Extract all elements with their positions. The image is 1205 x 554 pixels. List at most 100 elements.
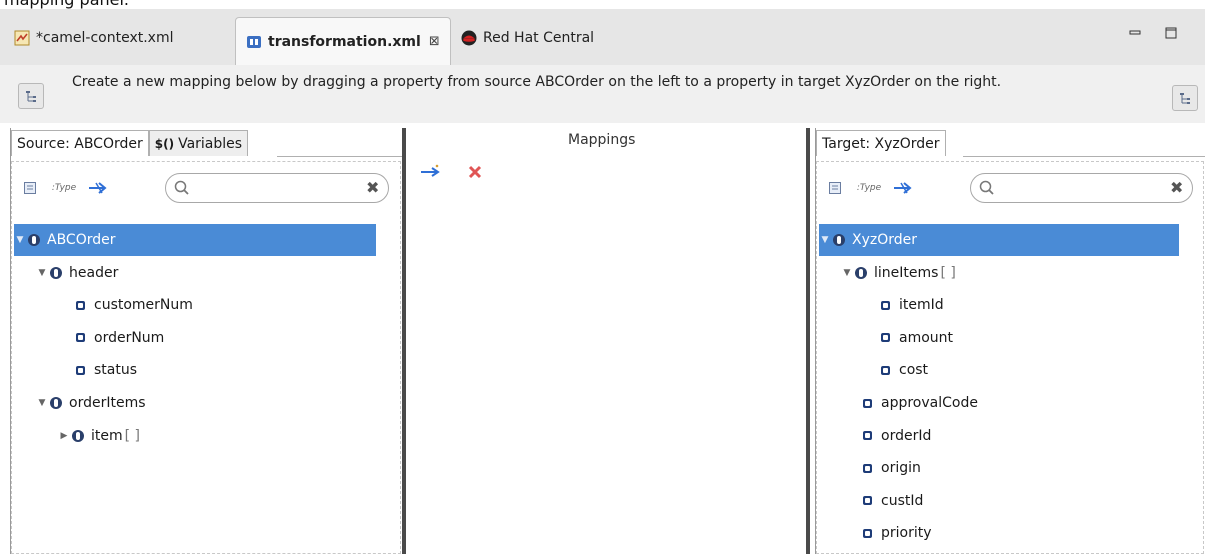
field-icon	[881, 300, 890, 310]
target-panel: Target: XyzOrder :Type ✖ ▼ XyzOrder ▼ lineI…	[815, 128, 1205, 554]
mappings-panel: Mappings	[406, 128, 806, 554]
field-icon	[863, 463, 872, 473]
tree-item-label: itemId	[899, 297, 944, 314]
tree-item-label: amount	[899, 329, 954, 346]
collection-brackets: [ ]	[124, 427, 141, 444]
collection-brackets: [ ]	[940, 264, 956, 281]
tree-item-label: orderItems	[69, 395, 146, 411]
tree-field-row[interactable]: custId	[819, 485, 1179, 517]
expanded-arrow-icon[interactable]: ▼	[14, 224, 26, 256]
class-node-icon	[855, 266, 867, 279]
tree-field-row[interactable]: origin	[819, 452, 1179, 484]
instruction-bar: Create a new mapping below by dragging a…	[0, 65, 1205, 123]
source-search-box: ✖	[165, 173, 389, 203]
search-icon	[979, 180, 995, 200]
target-tree-toggle-button[interactable]	[1172, 85, 1198, 111]
editor-tab-bar: *camel-context.xml transformation.xml ⊠ …	[0, 9, 1205, 66]
source-panel: Source: ABCOrder $() Variables :Type ✖ ▼ A…	[10, 128, 403, 554]
tree-item-label: approvalCode	[881, 395, 978, 411]
tree-field-row[interactable]: approvalCode	[819, 387, 1179, 419]
class-node-icon	[833, 234, 845, 246]
tree-node-row[interactable]: ▶ item[ ]	[14, 420, 376, 452]
field-icon	[863, 496, 872, 506]
filter-mapped-icon[interactable]	[891, 176, 915, 200]
tree-item-label: ABCOrder	[47, 232, 116, 248]
minimize-icon[interactable]	[1127, 27, 1143, 43]
tree-field-row[interactable]: status	[14, 354, 376, 386]
tree-item-label: orderId	[881, 427, 932, 444]
tree-layout-icon	[1180, 93, 1190, 104]
transformation-editor-icon	[246, 34, 262, 50]
collapse-all-icon[interactable]	[18, 176, 42, 200]
tab-camel-context[interactable]: *camel-context.xml	[4, 19, 184, 57]
tree-item-label: cost	[899, 362, 929, 379]
tree-field-row[interactable]: customerNum	[14, 289, 376, 321]
field-icon	[76, 365, 85, 375]
delete-mapping-icon[interactable]	[468, 165, 482, 183]
target-divider[interactable]	[806, 128, 810, 554]
tree-field-row[interactable]: orderNum	[14, 322, 376, 354]
tree-item-label: status	[94, 362, 138, 379]
field-icon	[76, 300, 85, 310]
source-search-input[interactable]	[194, 177, 358, 201]
target-panel-tabs: Target: XyzOrder	[816, 130, 946, 156]
collapse-all-icon[interactable]	[823, 176, 847, 200]
search-icon	[174, 180, 190, 200]
tree-item-label: lineItems	[874, 264, 939, 281]
target-search-input[interactable]	[999, 177, 1163, 201]
mappings-title: Mappings	[568, 132, 636, 148]
red-hat-icon	[461, 30, 477, 46]
expanded-arrow-icon[interactable]: ▼	[819, 224, 831, 256]
camel-context-file-icon	[14, 30, 30, 46]
maximize-icon[interactable]	[1163, 27, 1179, 43]
caption: mapping panel.	[0, 0, 129, 9]
target-search-box: ✖	[970, 173, 1193, 203]
tree-field-row[interactable]: amount	[819, 322, 1179, 354]
field-icon	[863, 398, 872, 408]
tree-layout-icon	[26, 91, 36, 102]
collapsed-arrow-icon[interactable]: ▶	[58, 420, 70, 452]
clear-search-icon[interactable]: ✖	[1170, 180, 1183, 196]
tree-item-label: customerNum	[94, 297, 193, 314]
class-node-icon	[72, 429, 84, 442]
field-icon	[863, 431, 872, 441]
tree-node-row[interactable]: ▼ ABCOrder	[14, 224, 376, 256]
tab-label: transformation.xml	[268, 33, 421, 50]
tab-target[interactable]: Target: XyzOrder	[816, 130, 946, 156]
tree-item-label: orderNum	[94, 329, 165, 346]
expanded-arrow-icon[interactable]: ▼	[36, 257, 48, 289]
tree-item-label: origin	[881, 460, 921, 477]
tree-node-row[interactable]: ▼ header	[14, 257, 376, 289]
tree-field-row[interactable]: itemId	[819, 289, 1179, 321]
tree-node-row[interactable]: ▼ lineItems[ ]	[819, 257, 1179, 289]
clear-search-icon[interactable]: ✖	[366, 180, 379, 196]
add-mapping-icon[interactable]	[420, 164, 442, 182]
tree-item-label: custId	[881, 492, 924, 509]
field-icon	[76, 333, 85, 343]
class-node-icon	[28, 234, 40, 246]
filter-mapped-icon[interactable]	[86, 176, 110, 200]
tab-source[interactable]: Source: ABCOrder	[11, 130, 149, 156]
tree-item-label: item	[91, 427, 123, 444]
tab-red-hat-central[interactable]: Red Hat Central	[451, 19, 604, 57]
source-panel-tabs: Source: ABCOrder $() Variables	[11, 130, 249, 156]
source-tree-toggle-button[interactable]	[18, 83, 44, 109]
tab-underline	[277, 156, 403, 157]
tab-variables[interactable]: $() Variables	[148, 130, 249, 156]
tree-item-label: XyzOrder	[852, 232, 918, 248]
show-type-icon[interactable]: :Type	[857, 176, 881, 200]
tab-transformation[interactable]: transformation.xml ⊠	[235, 17, 451, 65]
close-tab-icon[interactable]: ⊠	[429, 34, 440, 49]
tree-field-row[interactable]: orderId	[819, 420, 1179, 452]
expanded-arrow-icon[interactable]: ▼	[36, 387, 48, 419]
target-toolbar: :Type	[823, 172, 925, 204]
expanded-arrow-icon[interactable]: ▼	[841, 257, 853, 289]
tree-field-row[interactable]: cost	[819, 354, 1179, 386]
tab-label: Red Hat Central	[483, 30, 595, 46]
variables-label: Variables	[178, 136, 243, 152]
tree-node-row[interactable]: ▼ orderItems	[14, 387, 376, 419]
tree-node-row[interactable]: ▼ XyzOrder	[819, 224, 1179, 256]
tree-field-row[interactable]: priority	[819, 517, 1179, 549]
tab-underline	[963, 156, 1205, 157]
show-type-icon[interactable]: :Type	[52, 176, 76, 200]
